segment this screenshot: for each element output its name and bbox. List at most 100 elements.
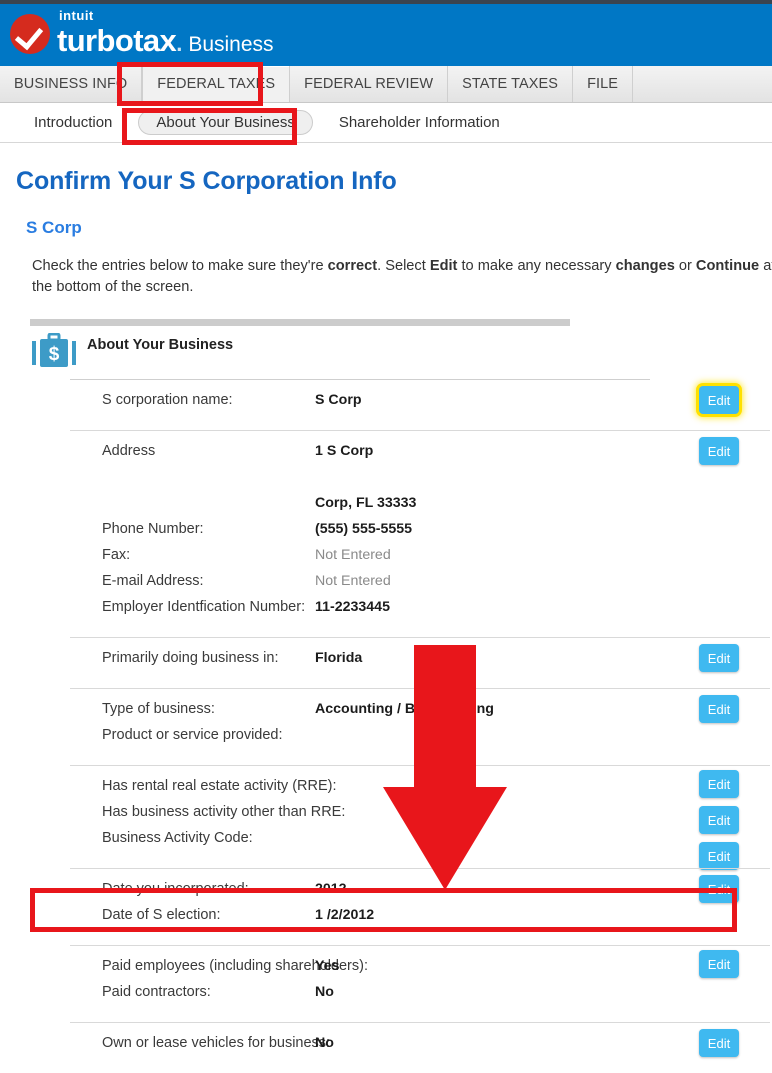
row-group-pad (70, 689, 685, 701)
row-value: (555) 555-5555 (315, 521, 413, 538)
row-group-inner: Date you incorporated: 2012 Date of S elec… (70, 869, 685, 945)
edit-button[interactable]: Edit (699, 695, 739, 724)
svg-text:$: $ (49, 344, 60, 365)
summary-row: Has rental real estate activity (RRE): (70, 778, 685, 804)
row-group: Primarily doing business in: Florida Edit (70, 637, 770, 688)
summary-row: Paid employees (including shareholders):… (70, 958, 685, 984)
row-value: Corp, FL 33333 (315, 495, 417, 512)
summary-row: Business Activity Code: (70, 830, 685, 856)
intro-text-run: . Select (377, 258, 430, 274)
row-group-pad (70, 1061, 685, 1073)
primary-tab-filler (633, 66, 772, 102)
edit-button-label: Edit (707, 443, 731, 459)
row-value: Not Entered (315, 573, 391, 590)
summary-row: Fax: Not Entered (70, 547, 685, 573)
turbotax-logo[interactable]: intuit turbotax. Business (10, 9, 274, 58)
row-value: Florida (315, 650, 363, 667)
summary-row: Phone Number: (555) 555-5555 (70, 521, 685, 547)
primary-tab-file[interactable]: FILE (573, 66, 634, 102)
summary-row: Address 1 S Corp (70, 443, 685, 469)
primary-tab-business-info[interactable]: BUSINESS INFO (0, 66, 143, 102)
row-group-pad (70, 1010, 685, 1022)
edit-button[interactable]: Edit (699, 644, 739, 673)
primary-tab-federal-review[interactable]: FEDERAL REVIEW (290, 66, 449, 102)
row-group-pad (70, 869, 685, 881)
secondary-tab-shareholder-information[interactable]: Shareholder Information (325, 110, 514, 135)
primary-tab-label: FILE (587, 76, 619, 92)
summary-row: E-mail Address: Not Entered (70, 573, 685, 599)
row-group-inner: Primarily doing business in: Florida (70, 638, 685, 688)
row-label: E-mail Address: (102, 573, 204, 590)
row-group-inner: Own or lease vehicles for business: No (70, 1023, 685, 1073)
edition-label: Business (188, 33, 274, 56)
page-title: Confirm Your S Corporation Info (16, 167, 397, 195)
row-value: 2012 (315, 881, 347, 898)
check-badge-icon (10, 14, 50, 54)
row-value: Not Entered (315, 547, 391, 564)
primary-tab-federal-taxes[interactable]: FEDERAL TAXES (142, 66, 291, 102)
edit-button-label: Edit (707, 701, 731, 717)
summary-row: Employer Identfication Number: 11-2233445 (70, 599, 685, 625)
edit-button-label: Edit (707, 956, 731, 972)
summary-row: Own or lease vehicles for business: No (70, 1035, 685, 1061)
summary-row: Primarily doing business in: Florida (70, 650, 685, 676)
row-group-inner: Type of business: Accounting / Bookkeepin… (70, 689, 685, 765)
row-label: Date of S election: (102, 907, 221, 924)
secondary-tab-introduction[interactable]: Introduction (20, 110, 126, 135)
row-group: Has rental real estate activity (RRE): Ha… (70, 765, 770, 871)
page-subtitle: S Corp (26, 218, 82, 237)
secondary-tab-label: Shareholder Information (338, 114, 500, 131)
edit-button-label: Edit (707, 881, 731, 897)
row-group: S corporation name: S Corp Edit (70, 379, 739, 430)
edit-button[interactable]: Edit (699, 386, 739, 415)
secondary-nav-bar: Introduction About Your Business Sharehold… (0, 103, 772, 143)
edit-button[interactable]: Edit (699, 950, 739, 979)
row-label: Has business activity other than RRE: (102, 804, 346, 821)
row-group: Paid employees (including shareholders):… (70, 945, 770, 1022)
intuit-wordmark: intuit (59, 8, 94, 23)
primary-tab-state-taxes[interactable]: STATE TAXES (448, 66, 574, 102)
turbotax-wordmark: turbotax (57, 23, 177, 58)
edit-button[interactable]: Edit (699, 875, 739, 904)
edit-button[interactable]: Edit (699, 770, 739, 799)
row-label: Business Activity Code: (102, 830, 253, 847)
row-group-inner: Paid employees (including shareholders):… (70, 946, 685, 1022)
intro-emphasis: Continue (695, 258, 760, 274)
summary-row (70, 469, 685, 495)
intro-emphasis: changes (615, 258, 675, 274)
primary-tab-label: STATE TAXES (462, 76, 559, 92)
row-label: Employer Identfication Number: (102, 599, 306, 616)
row-group-pad (70, 766, 685, 778)
intro-text-run: to make any necessary (457, 258, 616, 274)
row-label: Product or service provided: (102, 727, 283, 744)
row-group-pad (70, 676, 685, 688)
edit-button[interactable]: Edit (699, 1029, 739, 1058)
row-label: Fax: (102, 547, 131, 564)
row-label: Paid contractors: (102, 984, 211, 1001)
edit-button-label: Edit (707, 1035, 731, 1051)
edit-button[interactable]: Edit (699, 842, 739, 871)
row-value: No (315, 1035, 334, 1052)
row-group-pad (70, 380, 685, 392)
edit-button[interactable]: Edit (699, 806, 739, 835)
edit-button[interactable]: Edit (699, 437, 739, 466)
row-group-inner: Has rental real estate activity (RRE): Ha… (70, 766, 685, 868)
row-value: 1 /2/2012 (315, 907, 375, 924)
row-label: Own or lease vehicles for business: (102, 1035, 331, 1052)
row-group-pad (70, 431, 685, 443)
row-group-pad (70, 946, 685, 958)
summary-row: Paid contractors: No (70, 984, 685, 1010)
row-group-pad (70, 933, 685, 945)
briefcase-dollar-icon: $ (32, 332, 76, 373)
summary-row: S corporation name: S Corp (70, 392, 685, 418)
summary-rows: S corporation name: S Corp Edit Address 1 S … (70, 379, 770, 1073)
row-label: S corporation name: (102, 392, 233, 409)
secondary-tab-label: About Your Business (156, 114, 295, 131)
row-label: Primarily doing business in: (102, 650, 279, 667)
row-label: Phone Number: (102, 521, 204, 538)
brand-header: intuit turbotax. Business (0, 4, 772, 66)
edit-button-label: Edit (707, 776, 731, 792)
secondary-tab-about-your-business[interactable]: About Your Business (138, 110, 313, 135)
row-label: Has rental real estate activity (RRE): (102, 778, 337, 795)
row-value: Accounting / Bookkeeping (315, 701, 494, 718)
